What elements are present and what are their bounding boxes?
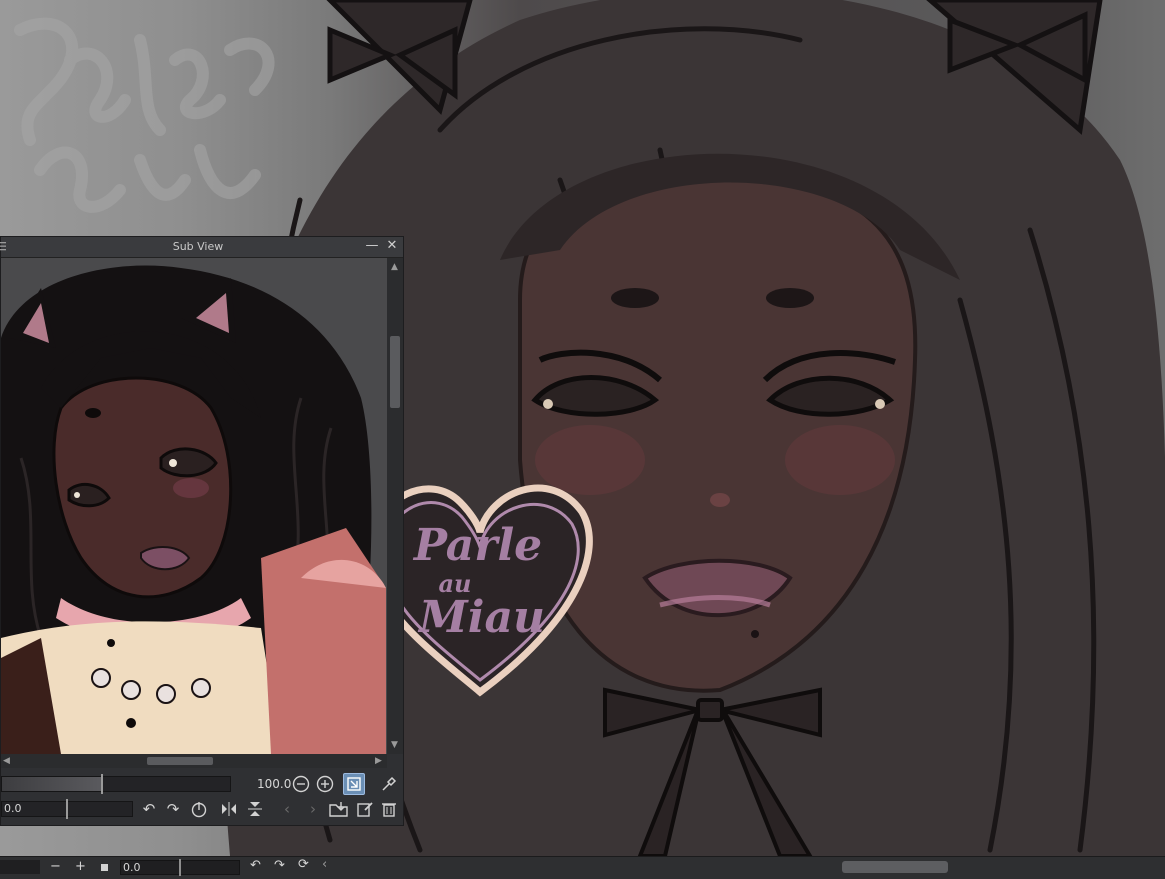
fit-to-window-icon[interactable] — [343, 773, 365, 795]
close-icon[interactable]: ✕ — [385, 239, 399, 253]
zoom-slider-handle[interactable] — [101, 774, 104, 794]
scroll-up-icon[interactable]: ▲ — [391, 262, 398, 272]
rotate-left-icon[interactable]: ↶ — [139, 799, 159, 819]
scroll-left-icon-bottom[interactable]: ‹ — [322, 857, 327, 872]
rotation-value-bottom: 0.0 — [123, 861, 141, 874]
sub-view-title: Sub View — [172, 240, 224, 253]
zoom-controls: 100.0 — [1, 771, 403, 797]
zoom-slider[interactable] — [1, 774, 231, 794]
horizontal-scrollbar[interactable]: ◀ ▶ — [1, 754, 387, 768]
edit-image-icon[interactable] — [355, 799, 375, 819]
zoom-in-button[interactable]: + — [75, 859, 86, 874]
scroll-right-icon[interactable]: ▶ — [375, 756, 382, 766]
rotation-controls: 0.0 ↶ ↷ ‹ › — [1, 797, 403, 823]
rotation-field[interactable]: 0.0 — [120, 859, 240, 876]
reset-rotation-icon[interactable] — [189, 799, 209, 819]
rotate-right-icon-bottom[interactable]: ↷ — [274, 858, 285, 873]
zoom-out-icon[interactable] — [291, 774, 311, 794]
stop-icon[interactable] — [101, 864, 108, 871]
vertical-scrollbar[interactable]: ▲ ▼ — [387, 258, 403, 754]
import-image-icon[interactable] — [329, 799, 349, 819]
vertical-scroll-thumb[interactable] — [390, 336, 400, 408]
flip-vertical-icon[interactable] — [245, 799, 265, 819]
scroll-down-icon[interactable]: ▼ — [391, 740, 398, 750]
zoom-slider-fill — [2, 777, 103, 791]
eyedropper-icon[interactable] — [379, 774, 399, 794]
rotate-right-icon[interactable]: ↷ — [163, 799, 183, 819]
sub-view-panel: Sub View — ✕ ▲ ▼ ◀ ▶ 100.0 0.0 ↶ ↷ ‹ › — [0, 236, 404, 826]
flip-horizontal-icon[interactable] — [219, 799, 239, 819]
reference-image — [1, 258, 387, 754]
trash-icon[interactable] — [379, 799, 399, 819]
canvas-status-bar: − + 0.0 ↶ ↷ ⟳ ‹ — [0, 856, 1165, 879]
zoom-track[interactable] — [0, 860, 40, 874]
sub-view-titlebar[interactable]: Sub View — ✕ — [0, 237, 403, 258]
sub-view-image[interactable] — [1, 258, 387, 754]
minimize-icon[interactable]: — — [365, 239, 379, 253]
zoom-out-button[interactable]: − — [50, 859, 61, 874]
rotation-handle[interactable] — [179, 859, 181, 876]
rotation-slider-handle[interactable] — [66, 799, 68, 819]
canvas-horizontal-scroll-thumb[interactable] — [842, 861, 948, 873]
horizontal-scroll-thumb[interactable] — [147, 757, 213, 765]
reset-rotation-icon-bottom[interactable]: ⟳ — [298, 857, 309, 872]
rotate-left-icon-bottom[interactable]: ↶ — [250, 858, 261, 873]
zoom-in-icon[interactable] — [315, 774, 335, 794]
next-image-icon[interactable]: › — [303, 799, 323, 819]
zoom-value: 100.0 — [257, 777, 292, 791]
rotation-value: 0.0 — [4, 802, 22, 815]
badge-text-line1: Parle — [412, 520, 542, 571]
rotation-slider[interactable]: 0.0 — [1, 799, 133, 819]
scroll-left-icon[interactable]: ◀ — [3, 756, 10, 766]
previous-image-icon[interactable]: ‹ — [277, 799, 297, 819]
badge-text-line3: Miau — [417, 592, 545, 643]
